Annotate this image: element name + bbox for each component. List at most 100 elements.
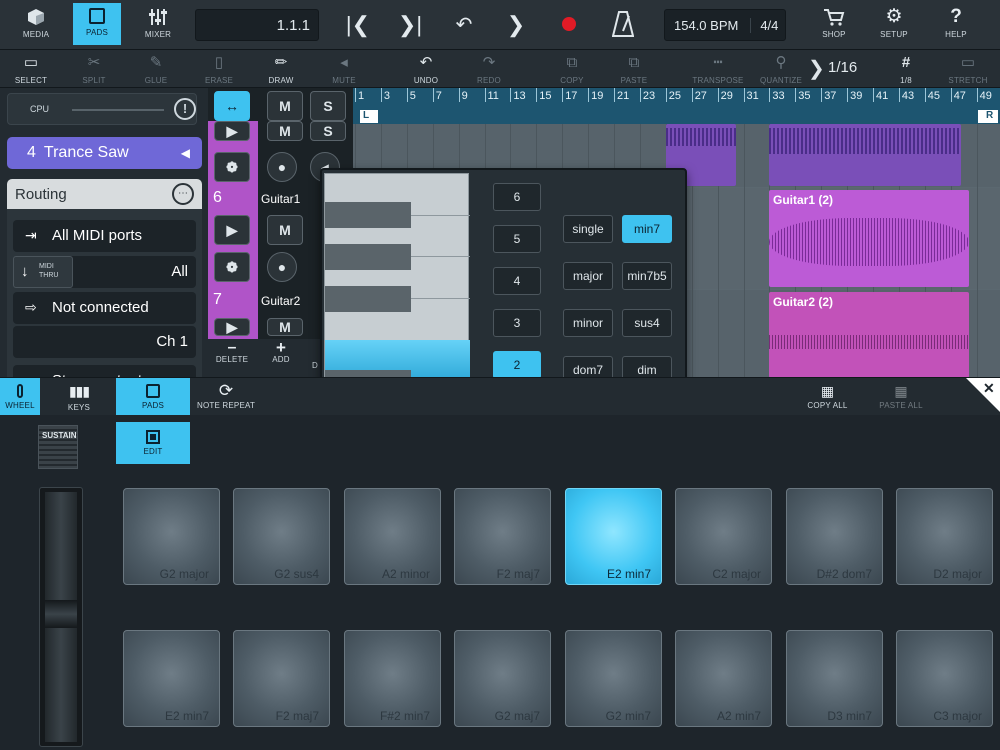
paste-button[interactable]: ⧉ PASTE: [607, 53, 661, 87]
pads-tab[interactable]: PADS: [116, 378, 190, 416]
pad-15[interactable]: D3 min7: [786, 630, 883, 727]
glue-tool[interactable]: ✎ GLUE: [129, 53, 183, 87]
track-5-mute-button[interactable]: M: [267, 121, 303, 141]
pad-2[interactable]: G2 sus4: [233, 488, 330, 585]
quantize-value[interactable]: 1/16: [828, 59, 857, 76]
draw-tool[interactable]: ✏ DRAW: [254, 53, 308, 87]
pad-6[interactable]: C2 major: [675, 488, 772, 585]
mixer-button[interactable]: MIXER: [134, 3, 182, 45]
copy-button[interactable]: ⧉ COPY: [545, 53, 599, 87]
timeline-ruler[interactable]: 1 3 5 7 9 11 13 15 17 19 21 23 25 27 29 31 33 35 37 39 41 43 4…: [353, 88, 1000, 124]
record-icon[interactable]: [562, 17, 576, 31]
copy-all-button[interactable]: ▦ COPY ALL: [800, 378, 855, 416]
track-6-name[interactable]: Guitar1: [261, 192, 300, 206]
loop-icon[interactable]: ↶: [450, 12, 478, 38]
media-button[interactable]: MEDIA: [12, 3, 60, 45]
octave-button-3[interactable]: 3: [493, 309, 541, 337]
clip-track-5-b[interactable]: [769, 124, 961, 186]
chord-type-min7[interactable]: min7: [622, 215, 672, 243]
chord-type-minor[interactable]: minor: [563, 309, 613, 337]
pad-16[interactable]: C3 major: [896, 630, 993, 727]
quantize-button[interactable]: ⚲ QUANTIZE: [754, 53, 808, 87]
wheel-handle[interactable]: [45, 600, 77, 628]
add-track-button[interactable]: + ADD: [261, 339, 301, 364]
octave-button-4[interactable]: 4: [493, 267, 541, 295]
midi-thru-button[interactable]: ↓ MIDI THRU: [13, 256, 73, 288]
close-icon[interactable]: ✕: [983, 380, 995, 397]
pad-7[interactable]: D#2 dom7: [786, 488, 883, 585]
pad-14[interactable]: A2 min7: [675, 630, 772, 727]
chevron-right-icon[interactable]: ❯: [808, 56, 825, 81]
grid-button[interactable]: #1/8: [879, 53, 933, 87]
delete-track-button[interactable]: – DELETE: [212, 340, 252, 365]
tempo-display[interactable]: 154.0 BPM 4/4: [664, 9, 786, 41]
setup-button[interactable]: ⚙ SETUP: [870, 3, 918, 45]
clip-guitar1[interactable]: Guitar1 (2): [769, 190, 969, 287]
pad-11[interactable]: F#2 min7: [344, 630, 441, 727]
track-6-play-icon[interactable]: ▶: [214, 215, 250, 245]
pad-8[interactable]: D2 major: [896, 488, 993, 585]
track-5-settings-icon[interactable]: ❁: [214, 152, 250, 182]
keys-tab[interactable]: ▮▮▮ KEYS: [56, 378, 102, 416]
pitch-wheel[interactable]: [39, 487, 83, 747]
split-tool[interactable]: ✂ SPLIT: [67, 53, 121, 87]
output-selector[interactable]: ⇨ Not connected: [13, 292, 196, 324]
pad-9[interactable]: E2 min7: [123, 630, 220, 727]
pad-1[interactable]: G2 major: [123, 488, 220, 585]
chord-type-single[interactable]: single: [563, 215, 613, 243]
black-key[interactable]: [325, 202, 411, 228]
chord-type-sus4[interactable]: sus4: [622, 309, 672, 337]
pad-13[interactable]: G2 min7: [565, 630, 662, 727]
alert-icon[interactable]: !: [174, 98, 196, 120]
rewind-to-start-icon[interactable]: |❮: [344, 12, 372, 38]
midi-channel-selector[interactable]: ↓ MIDI THRU All: [13, 256, 196, 288]
paste-all-button[interactable]: ▦ PASTE ALL: [870, 378, 932, 416]
pads-view-button[interactable]: PADS: [73, 3, 121, 45]
mute-all-button[interactable]: M: [267, 91, 303, 121]
loop-left-marker[interactable]: L: [360, 110, 378, 123]
loop-right-marker[interactable]: R: [978, 110, 998, 123]
black-key[interactable]: [325, 244, 411, 270]
track-7-name[interactable]: Guitar2: [261, 294, 300, 308]
pad-10[interactable]: F2 maj7: [233, 630, 330, 727]
stretch-button[interactable]: ▭ STRETCH: [941, 53, 995, 87]
track-7-mute-button[interactable]: M: [267, 318, 303, 336]
chord-type-major[interactable]: major: [563, 262, 613, 290]
solo-all-button[interactable]: S: [310, 91, 346, 121]
instrument-selector[interactable]: 4 Trance Saw ◀: [7, 137, 202, 169]
track-5-solo-button[interactable]: S: [310, 121, 346, 141]
track-6-settings-icon[interactable]: ❁: [214, 252, 250, 282]
position-display[interactable]: 1.1.1: [195, 9, 319, 41]
track-5-play-icon[interactable]: ▶: [214, 121, 250, 141]
output-channel-selector[interactable]: Ch 1: [13, 326, 196, 358]
track-6-mute-button[interactable]: M: [267, 215, 303, 245]
clip-guitar2[interactable]: Guitar2 (2): [769, 292, 969, 378]
help-button[interactable]: ? HELP: [932, 3, 980, 45]
pad-3[interactable]: A2 minor: [344, 488, 441, 585]
track-6-record-icon[interactable]: ●: [267, 252, 297, 282]
edit-pads-button[interactable]: EDIT: [116, 422, 190, 464]
split-track-icon[interactable]: ↔: [214, 91, 250, 121]
pad-5[interactable]: E2 min7: [565, 488, 662, 585]
octave-button-6[interactable]: 6: [493, 183, 541, 211]
transpose-button[interactable]: ┅ TRANSPOSE: [691, 53, 745, 87]
skip-to-end-icon[interactable]: ❯|: [396, 12, 424, 38]
octave-button-2[interactable]: 2: [493, 351, 541, 379]
routing-header[interactable]: Routing ⋯: [7, 179, 202, 209]
track-5-record-icon[interactable]: ●: [267, 152, 297, 182]
redo-button[interactable]: ↷ REDO: [462, 53, 516, 87]
pad-12[interactable]: G2 maj7: [454, 630, 551, 727]
duplicate-track-button[interactable]: D: [312, 355, 318, 373]
track-7-play-icon[interactable]: ▶: [214, 318, 250, 336]
metronome-icon[interactable]: [612, 11, 634, 37]
wheel-tab[interactable]: WHEEL: [0, 378, 40, 416]
sustain-pedal[interactable]: SUSTAIN: [38, 425, 78, 469]
play-icon[interactable]: ❯: [502, 12, 530, 38]
octave-button-5[interactable]: 5: [493, 225, 541, 253]
erase-tool[interactable]: ▯ ERASE: [192, 53, 246, 87]
chord-type-min7b5[interactable]: min7b5: [622, 262, 672, 290]
shop-button[interactable]: SHOP: [810, 3, 858, 45]
midi-input-selector[interactable]: ⇥ All MIDI ports: [13, 220, 196, 252]
undo-button[interactable]: ↶ UNDO: [399, 53, 453, 87]
black-key[interactable]: [325, 286, 411, 312]
